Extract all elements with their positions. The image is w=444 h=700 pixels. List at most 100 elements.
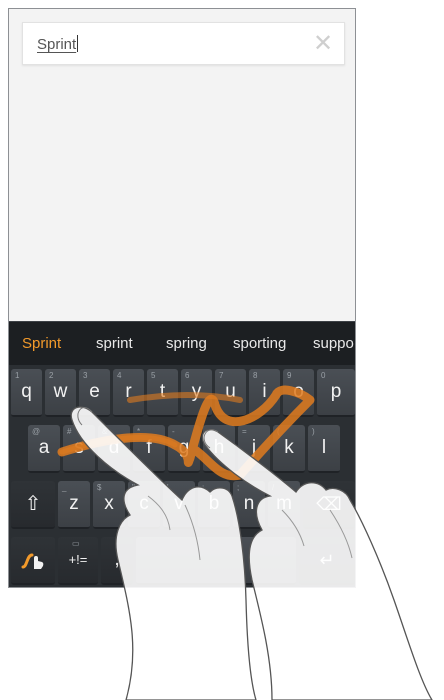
enter-key[interactable]: ↵ xyxy=(299,537,355,585)
symbols-key[interactable]: ▭ +!= xyxy=(58,537,98,585)
space-key[interactable] xyxy=(136,537,296,585)
key-a[interactable]: @ a xyxy=(28,425,60,473)
key-label: q xyxy=(21,381,32,402)
key-s[interactable]: # s xyxy=(63,425,95,473)
shift-key[interactable]: ⇧ xyxy=(11,481,55,529)
key-label: y xyxy=(191,381,202,402)
key-z[interactable]: _ z xyxy=(58,481,90,529)
key-i[interactable]: 8i xyxy=(249,369,280,417)
key-m[interactable]: / m xyxy=(268,481,300,529)
key-label: f xyxy=(146,437,152,458)
key-label: d xyxy=(108,437,120,458)
key-d[interactable]: & d xyxy=(98,425,130,473)
app-content: Sprint ✕ xyxy=(9,9,355,321)
emoji-hint-icon: ▭ xyxy=(72,539,80,548)
key-k[interactable]: (k xyxy=(273,425,305,473)
key-label: b xyxy=(208,493,220,514)
key-c[interactable]: " c xyxy=(128,481,160,529)
key-sub-label: 8 xyxy=(253,371,258,380)
key-g[interactable]: -g xyxy=(168,425,200,473)
key-label: l xyxy=(321,437,327,458)
phone-screen: Sprint ✕ Sprint sprint spring sporting s… xyxy=(8,8,356,588)
key-e[interactable]: 3e xyxy=(79,369,110,417)
key-n[interactable]: ; n xyxy=(233,481,265,529)
close-icon[interactable]: ✕ xyxy=(310,31,336,57)
key-sub-label: 1 xyxy=(15,371,20,380)
swype-icon xyxy=(21,553,44,569)
keyboard: 1q 2w 3e 4r 5t 6y 7u 8i 9o 0p @ a # s & d *… xyxy=(9,365,355,587)
key-label: c xyxy=(139,493,149,514)
key-label: g xyxy=(178,437,190,458)
key-sub-label: @ xyxy=(32,427,41,436)
key-label: s xyxy=(74,437,84,458)
key-y[interactable]: 6y xyxy=(181,369,212,417)
key-j[interactable]: = j xyxy=(238,425,270,473)
key-h[interactable]: + h xyxy=(203,425,235,473)
key-v[interactable]: ' v xyxy=(163,481,195,529)
key-label: w xyxy=(53,381,68,402)
key-sub-label: : xyxy=(202,483,205,492)
key-sub-label: 5 xyxy=(151,371,156,380)
key-label: u xyxy=(225,381,236,402)
key-sub-label: / xyxy=(272,483,275,492)
suggestion-item[interactable]: spring xyxy=(166,335,207,352)
key-sub-label: 9 xyxy=(287,371,292,380)
key-label: r xyxy=(125,381,132,402)
key-sub-label: 7 xyxy=(219,371,224,380)
key-t[interactable]: 5t xyxy=(147,369,178,417)
key-sub-label: $ xyxy=(97,483,102,492)
key-label: i xyxy=(262,381,267,402)
key-o[interactable]: 9o xyxy=(283,369,314,417)
key-l[interactable]: ) l xyxy=(308,425,340,473)
key-sub-label: ) xyxy=(312,427,315,436)
key-sub-label: = xyxy=(242,427,247,436)
suggestion-item[interactable]: suppo xyxy=(313,335,354,352)
key-sub-label: 3 xyxy=(83,371,88,380)
key-sub-label: _ xyxy=(62,483,67,492)
comma-key[interactable]: , xyxy=(101,537,133,585)
key-sub-label: ( xyxy=(277,427,280,436)
key-label: k xyxy=(284,437,294,458)
search-text: Sprint xyxy=(37,36,77,53)
suggestion-item[interactable]: sporting xyxy=(233,335,286,352)
key-label: j xyxy=(251,437,257,458)
search-input[interactable]: Sprint ✕ xyxy=(22,22,345,65)
key-sub-label: + xyxy=(207,427,212,436)
key-b[interactable]: :b xyxy=(198,481,230,529)
swype-key[interactable] xyxy=(11,537,55,585)
key-sub-label: ; xyxy=(237,483,240,492)
key-label: t xyxy=(159,381,166,402)
suggestion-bar: Sprint sprint spring sporting suppo xyxy=(9,321,355,365)
backspace-icon: ⌫ xyxy=(316,494,342,514)
key-label: m xyxy=(276,493,292,514)
shift-icon: ⇧ xyxy=(24,493,42,515)
key-sub-label: & xyxy=(102,427,108,436)
key-sub-label: # xyxy=(67,427,72,436)
key-label: h xyxy=(213,437,225,458)
key-label: x xyxy=(104,493,114,514)
backspace-key[interactable]: ⌫ xyxy=(303,481,355,529)
key-label: z xyxy=(69,493,79,514)
key-q[interactable]: 1q xyxy=(11,369,42,417)
key-sub-label: - xyxy=(172,427,175,436)
symbols-label: +!= xyxy=(68,552,88,567)
key-p[interactable]: 0p xyxy=(317,369,355,417)
key-r[interactable]: 4r xyxy=(113,369,144,417)
key-sub-label: * xyxy=(137,427,141,436)
key-x[interactable]: $ x xyxy=(93,481,125,529)
comma-label: , xyxy=(114,549,120,570)
key-label: a xyxy=(38,437,50,458)
key-sub-label: ' xyxy=(167,483,169,492)
enter-icon: ↵ xyxy=(319,550,335,570)
key-w[interactable]: 2w xyxy=(45,369,76,417)
key-label: n xyxy=(243,493,255,514)
key-label: p xyxy=(330,381,342,402)
suggestion-item[interactable]: sprint xyxy=(96,335,133,352)
suggestion-item[interactable]: Sprint xyxy=(22,335,61,352)
key-u[interactable]: 7u xyxy=(215,369,246,417)
key-sub-label: 0 xyxy=(321,371,326,380)
key-f[interactable]: * f xyxy=(133,425,165,473)
key-label: o xyxy=(293,381,304,402)
key-sub-label: 4 xyxy=(117,371,122,380)
key-sub-label: " xyxy=(132,483,135,492)
